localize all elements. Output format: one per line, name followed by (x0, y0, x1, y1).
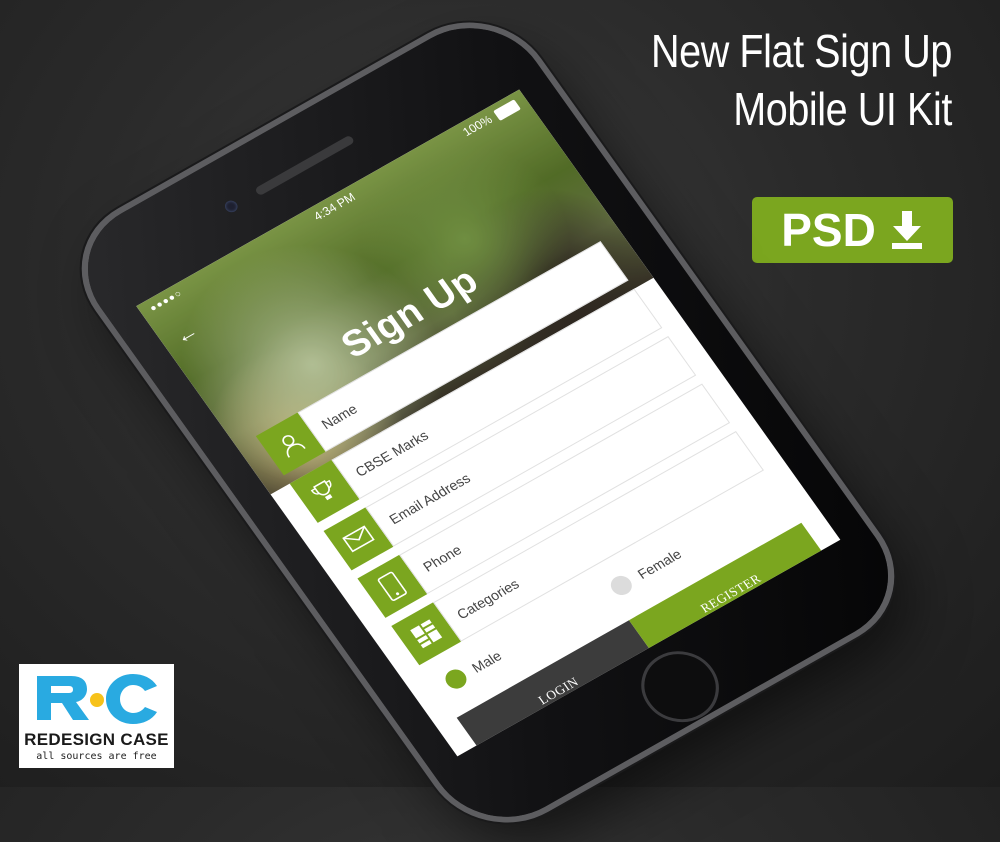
male-label: Male (468, 647, 505, 676)
logo-mark (33, 670, 161, 726)
front-camera (222, 198, 240, 215)
app-screen: ●●●●○ 4:34 PM 100% ← Sign Up Name CBSE M… (136, 89, 841, 757)
logo-name: REDESIGN CASE (24, 730, 169, 749)
female-label: Female (634, 545, 685, 582)
earpiece-speaker (254, 134, 356, 197)
male-radio[interactable] (441, 665, 471, 693)
home-button[interactable] (626, 638, 734, 736)
logo-tagline: all sources are free (36, 751, 157, 762)
female-radio[interactable] (607, 572, 637, 599)
redesign-case-logo: REDESIGN CASE all sources are free (19, 664, 174, 768)
phone-body: ●●●●○ 4:34 PM 100% ← Sign Up Name CBSE M… (58, 2, 918, 842)
